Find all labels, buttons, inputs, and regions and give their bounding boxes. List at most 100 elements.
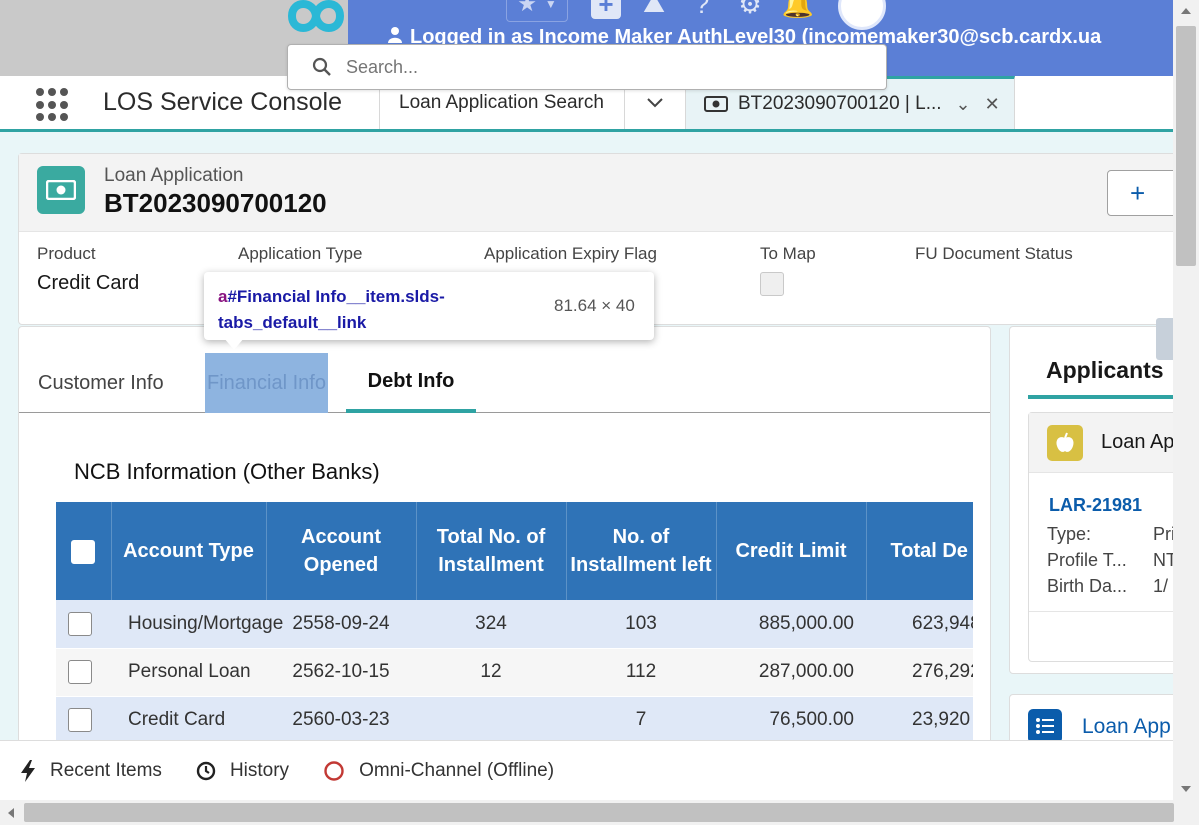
trailhead-icon: ⛰ (643, 0, 665, 18)
element-dimensions: 81.64 × 40 (554, 296, 635, 315)
tab-debt-info[interactable]: Debt Info (346, 353, 476, 413)
tab-actions-chevron-icon[interactable]: ⌄ (956, 94, 971, 115)
favorites-button[interactable]: ★ ▼ (506, 0, 568, 22)
money-icon (704, 96, 728, 112)
help-button[interactable]: ? (678, 0, 726, 22)
gear-icon: ⚙ (738, 0, 762, 19)
cell-total-debt: 623,948 (866, 600, 973, 649)
cell-credit-limit: 885,000.00 (716, 600, 866, 649)
cell-installment-left: 112 (566, 648, 716, 697)
scroll-up-arrow-icon[interactable] (1181, 8, 1191, 14)
tab-customer-info[interactable]: Customer Info (38, 353, 164, 413)
column-header[interactable]: Total De (866, 502, 973, 600)
tab-financial-info[interactable]: Financial Info (205, 353, 328, 413)
global-actions: ★ ▼ + ⛰ ? ⚙ 🔔 (506, 0, 822, 22)
search-input[interactable] (346, 56, 846, 78)
record-type-label: Loan Application (104, 165, 244, 186)
horizontal-scrollbar[interactable] (0, 800, 1199, 825)
loan-application-icon (37, 166, 85, 214)
chevron-down-icon: ▼ (544, 0, 557, 11)
applicant-record-link[interactable]: LAR-21981 (1049, 495, 1142, 516)
table-row: Credit Card 2560-03-23 7 76,500.00 23,92… (56, 696, 973, 740)
field-application-type: Application Type (238, 244, 362, 264)
utility-label: Omni-Channel (Offline) (359, 759, 555, 781)
bell-icon: 🔔 (781, 0, 815, 19)
selector-rest: #Financial Info__item.slds-tabs_default_… (218, 287, 445, 332)
scroll-down-arrow-icon[interactable] (1181, 786, 1191, 792)
applicant-detail-type: Type: Pri (1047, 524, 1173, 545)
cell-account-opened: 2558-09-24 (266, 600, 416, 649)
cell-total-debt: 23,920 (866, 696, 973, 740)
applicant-detail-birth-date: Birth Da... 1/ (1047, 576, 1168, 597)
trailhead-button[interactable]: ⛰ (630, 0, 678, 22)
scroll-thumb[interactable] (1176, 26, 1196, 266)
details-tabs-card: Customer Info Financial Info Debt Info N… (18, 326, 991, 740)
applicants-title: Applicants (1046, 357, 1164, 383)
detail-value: NT (1153, 550, 1173, 570)
scroll-thumb[interactable] (24, 803, 1174, 822)
tab-label: Loan Application Search (399, 91, 604, 113)
to-map-checkbox (760, 272, 784, 296)
workspace: Loan Application BT2023090700120 + Produ… (0, 132, 1173, 740)
column-header[interactable]: Account Opened (266, 502, 417, 600)
detail-key: Profile T... (1047, 550, 1127, 570)
app-launcher-icon[interactable] (36, 88, 70, 122)
row-checkbox[interactable] (68, 660, 92, 684)
field-to-map: To Map (760, 244, 816, 296)
setup-button[interactable]: ⚙ (726, 0, 774, 22)
row-select-cell (56, 600, 111, 649)
star-icon: ★ (517, 0, 537, 16)
cell-installment-left: 103 (566, 600, 716, 649)
column-header[interactable]: Credit Limit (716, 502, 867, 600)
loan-app-card-title[interactable]: Loan App (1082, 715, 1171, 739)
tooltip-arrow (224, 338, 244, 350)
close-tab-icon[interactable]: ✕ (985, 94, 1000, 115)
select-all-cell (56, 502, 112, 600)
scroll-left-arrow-icon[interactable] (8, 808, 14, 818)
applicants-underline (1028, 395, 1173, 399)
global-create-button[interactable]: + (582, 0, 630, 22)
table-header-row: Account Type Account Opened Total No. of… (56, 502, 973, 600)
section-title: NCB Information (Other Banks) (74, 459, 380, 484)
utility-omni-channel[interactable]: Omni-Channel (Offline) (323, 760, 554, 782)
utility-bar: Recent Items History Omni-Channel (Offli… (0, 740, 1199, 800)
utility-recent-items[interactable]: Recent Items (20, 759, 162, 782)
row-select-cell (56, 696, 111, 740)
cell-total-installment: 324 (416, 600, 566, 649)
loan-app-related-card: Loan App (1009, 694, 1173, 740)
notifications-button[interactable]: 🔔 (774, 0, 822, 22)
select-all-checkbox[interactable] (71, 539, 96, 564)
field-label: To Map (760, 244, 816, 263)
table-row: Personal Loan 2562-10-15 12 112 287,000.… (56, 648, 973, 697)
applicant-card-title[interactable]: Loan Ap (1101, 431, 1173, 454)
help-icon: ? (694, 0, 710, 19)
column-header[interactable]: Total No. of Installment (416, 502, 567, 600)
row-select-cell (56, 648, 111, 697)
utility-label: History (229, 759, 290, 781)
app-name: LOS Service Console (103, 88, 343, 116)
field-label: Application Expiry Flag (484, 244, 657, 263)
plus-icon: + (591, 0, 621, 19)
column-header[interactable]: No. of Installment left (566, 502, 717, 600)
search-icon (312, 57, 331, 76)
element-selector: a#Financial Info__item.slds-tabs_default… (218, 284, 548, 336)
column-header[interactable]: Account Type (111, 502, 267, 600)
offline-status-icon (323, 760, 345, 782)
row-checkbox[interactable] (68, 708, 92, 732)
cell-account-type: Personal Loan (111, 648, 266, 697)
cell-total-installment (416, 696, 566, 740)
follow-button[interactable]: + (1107, 170, 1173, 216)
row-checkbox[interactable] (68, 611, 92, 636)
utility-history[interactable]: History (196, 760, 289, 782)
app-logo-icon (287, 0, 345, 32)
global-search-box[interactable] (287, 44, 887, 90)
vertical-scrollbar[interactable] (1173, 0, 1199, 800)
cell-account-type: Credit Card (111, 696, 266, 740)
table-row: Housing/Mortgage 2558-09-24 324 103 885,… (56, 600, 973, 649)
field-label: Application Type (238, 244, 363, 263)
side-panel-toggle[interactable] (1156, 318, 1173, 360)
utility-label: Recent Items (50, 759, 162, 781)
field-fu-document-status: FU Document Status (915, 244, 1073, 264)
detail-value: 1/ (1153, 576, 1169, 596)
detail-value: Pri (1153, 524, 1173, 544)
